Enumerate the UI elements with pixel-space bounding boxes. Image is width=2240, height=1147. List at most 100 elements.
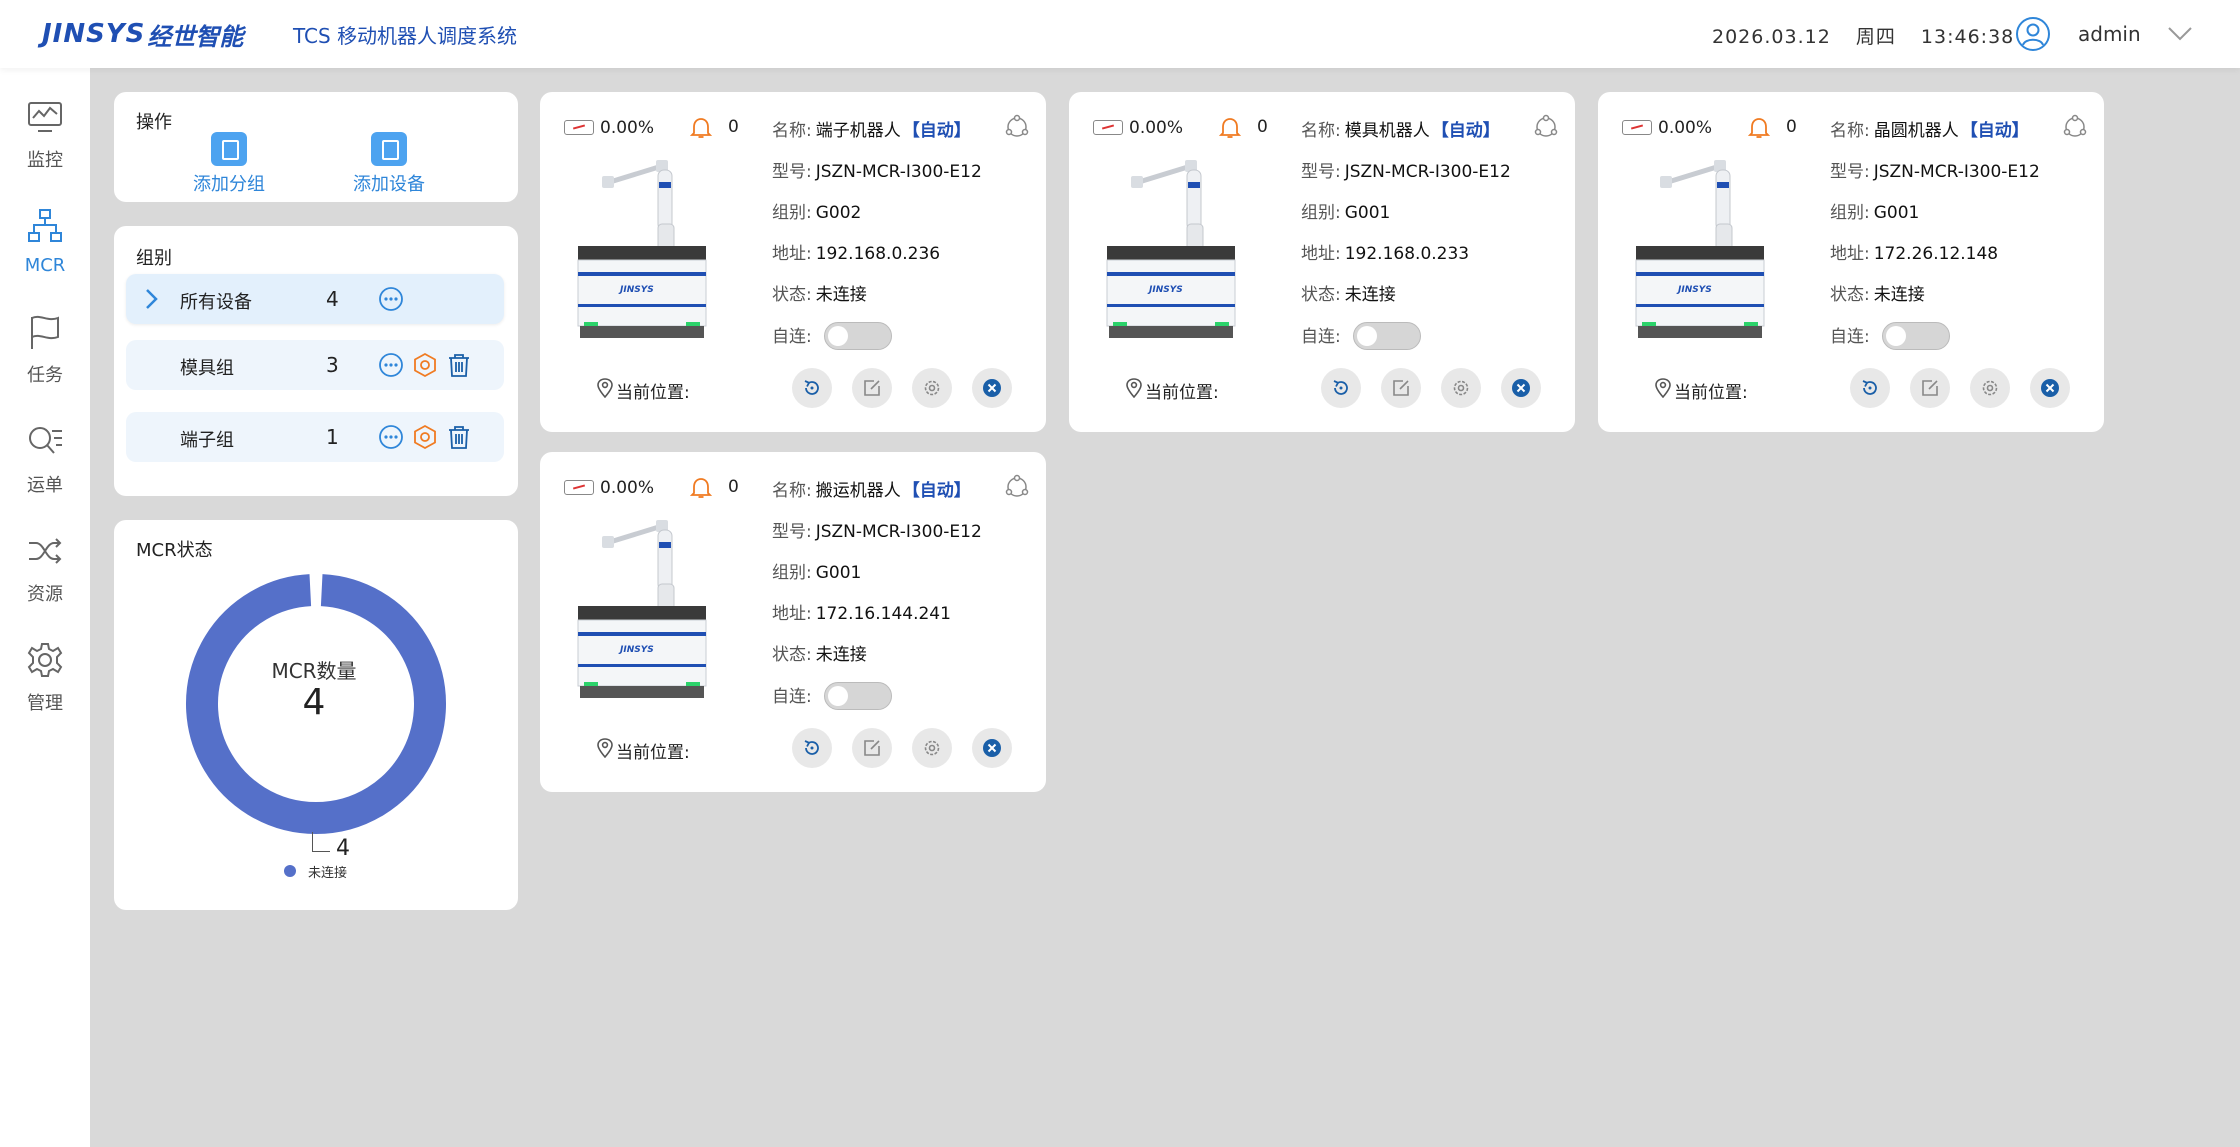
user-avatar-icon[interactable] (2015, 16, 2051, 52)
add-device-button[interactable]: 添加设备 (329, 132, 449, 196)
reset-button[interactable] (1850, 368, 1890, 408)
edit-icon (864, 740, 880, 756)
name-label: 名称: (772, 121, 812, 141)
top-header: JINSYS 经世智能 TCS 移动机器人调度系统 2026.03.12 周四 … (0, 0, 2240, 68)
sidebar-item-task[interactable]: 任务 (0, 313, 90, 413)
bell-icon[interactable] (690, 116, 712, 140)
remove-button[interactable] (2030, 368, 2070, 408)
gear-icon (1982, 380, 1998, 396)
edit-button[interactable] (1910, 368, 1950, 408)
bell-icon[interactable] (690, 476, 712, 500)
connection-status-icon[interactable] (1533, 114, 1559, 140)
sidebar-item-mcr[interactable]: MCR (0, 207, 90, 307)
group-name: 所有设备 (180, 292, 252, 313)
connection-status-icon[interactable] (1004, 474, 1030, 500)
remove-button[interactable] (972, 368, 1012, 408)
address-label: 地址: (772, 244, 812, 264)
bell-icon[interactable] (1219, 116, 1241, 140)
location-pin-icon (1126, 378, 1142, 398)
robot-name-field: 名称: 模具机器人 【自动】 (1301, 116, 1500, 141)
robot-address-field: 地址: 192.168.0.233 (1301, 239, 1469, 264)
robot-model-field: 型号: JSZN-MCR-I300-E12 (772, 517, 982, 542)
edit-icon (864, 380, 880, 396)
robot-status: 未连接 (815, 645, 867, 665)
battery-level: 0.00% (1129, 118, 1184, 138)
name-label: 名称: (1830, 121, 1870, 141)
close-icon (983, 379, 1001, 397)
edit-button[interactable] (852, 368, 892, 408)
alarm-count: 0 (1257, 117, 1268, 137)
robot-image: JINSYS (1106, 160, 1236, 338)
datetime-display: 2026.03.12 周四 13:46:38 (1712, 22, 2032, 49)
sidebar-item-waybill[interactable]: 运单 (0, 423, 90, 523)
edit-button[interactable] (852, 728, 892, 768)
connection-status-icon[interactable] (1004, 114, 1030, 140)
operations-title: 操作 (136, 112, 172, 133)
group-label: 组别: (772, 563, 812, 583)
bell-icon[interactable] (1748, 116, 1770, 140)
time-text: 13:46:38 (1920, 26, 2015, 48)
sidebar-item-monitor[interactable]: 监控 (0, 98, 90, 198)
robot-status: 未连接 (1344, 285, 1396, 305)
reset-button[interactable] (1321, 368, 1361, 408)
battery-icon (1093, 120, 1123, 135)
chat-icon[interactable] (378, 424, 404, 450)
sidebar-item-resource[interactable]: 资源 (0, 532, 90, 632)
robot-address-field: 地址: 172.16.144.241 (772, 599, 951, 624)
add-device-label: 添加设备 (353, 174, 425, 195)
slice-leader-line (312, 832, 330, 852)
donut-center-label: MCR数量 (271, 659, 357, 683)
current-location-label: 当前位置: (616, 383, 690, 403)
robot-name: 搬运机器人 (815, 481, 901, 501)
reset-button[interactable] (792, 728, 832, 768)
edit-button[interactable] (1381, 368, 1421, 408)
chevron-down-icon[interactable] (2166, 22, 2194, 44)
battery-icon (564, 120, 594, 135)
robot-mode: 【自动】 (902, 481, 971, 501)
svg-text:JINSYS: JINSYS (618, 285, 654, 295)
connection-status-icon[interactable] (2062, 114, 2088, 140)
groups-panel: 组别 所有设备 4 模具组 3 端子组 1 (114, 226, 518, 496)
hex-settings-icon[interactable] (412, 352, 438, 378)
chat-icon[interactable] (378, 352, 404, 378)
logo-text-en: JINSYS (42, 19, 146, 49)
remove-button[interactable] (1501, 368, 1541, 408)
add-group-button[interactable]: 添加分组 (169, 132, 289, 196)
auto-connect-toggle[interactable] (824, 682, 892, 710)
close-icon (983, 739, 1001, 757)
robot-group-field: 组别: G002 (772, 198, 861, 223)
remove-button[interactable] (972, 728, 1012, 768)
system-title: TCS 移动机器人调度系统 (293, 24, 518, 48)
status-label: 状态: (1301, 285, 1341, 305)
auto-connect-toggle[interactable] (1353, 322, 1421, 350)
auto-connect-toggle[interactable] (824, 322, 892, 350)
auto-connect-toggle[interactable] (1882, 322, 1950, 350)
settings-button[interactable] (912, 728, 952, 768)
trash-icon[interactable] (446, 352, 472, 378)
group-label: 组别: (1301, 203, 1341, 223)
group-row-all[interactable]: 所有设备 4 (126, 274, 504, 324)
legend-label: 未连接 (308, 866, 348, 881)
robot-mode: 【自动】 (1431, 121, 1500, 141)
robot-model-field: 型号: JSZN-MCR-I300-E12 (1830, 157, 2040, 182)
sidebar-item-manage[interactable]: 管理 (0, 641, 90, 741)
settings-button[interactable] (912, 368, 952, 408)
group-row-mold[interactable]: 模具组 3 (126, 340, 504, 390)
chat-icon[interactable] (378, 286, 404, 312)
hex-settings-icon[interactable] (412, 424, 438, 450)
company-logo: JINSYS 经世智能 (42, 18, 243, 51)
refresh-icon (804, 740, 819, 755)
auto-connect-field: 自连: (772, 322, 812, 347)
robot-model: JSZN-MCR-I300-E12 (815, 522, 982, 542)
robot-address: 192.168.0.233 (1344, 244, 1470, 264)
robot-group: G001 (815, 563, 862, 583)
edit-icon (1922, 380, 1938, 396)
settings-button[interactable] (1441, 368, 1481, 408)
settings-button[interactable] (1970, 368, 2010, 408)
address-label: 地址: (1830, 244, 1870, 264)
trash-icon[interactable] (446, 424, 472, 450)
flag-icon (31, 315, 59, 349)
reset-button[interactable] (792, 368, 832, 408)
username[interactable]: admin (2078, 22, 2141, 46)
group-row-terminal[interactable]: 端子组 1 (126, 412, 504, 462)
